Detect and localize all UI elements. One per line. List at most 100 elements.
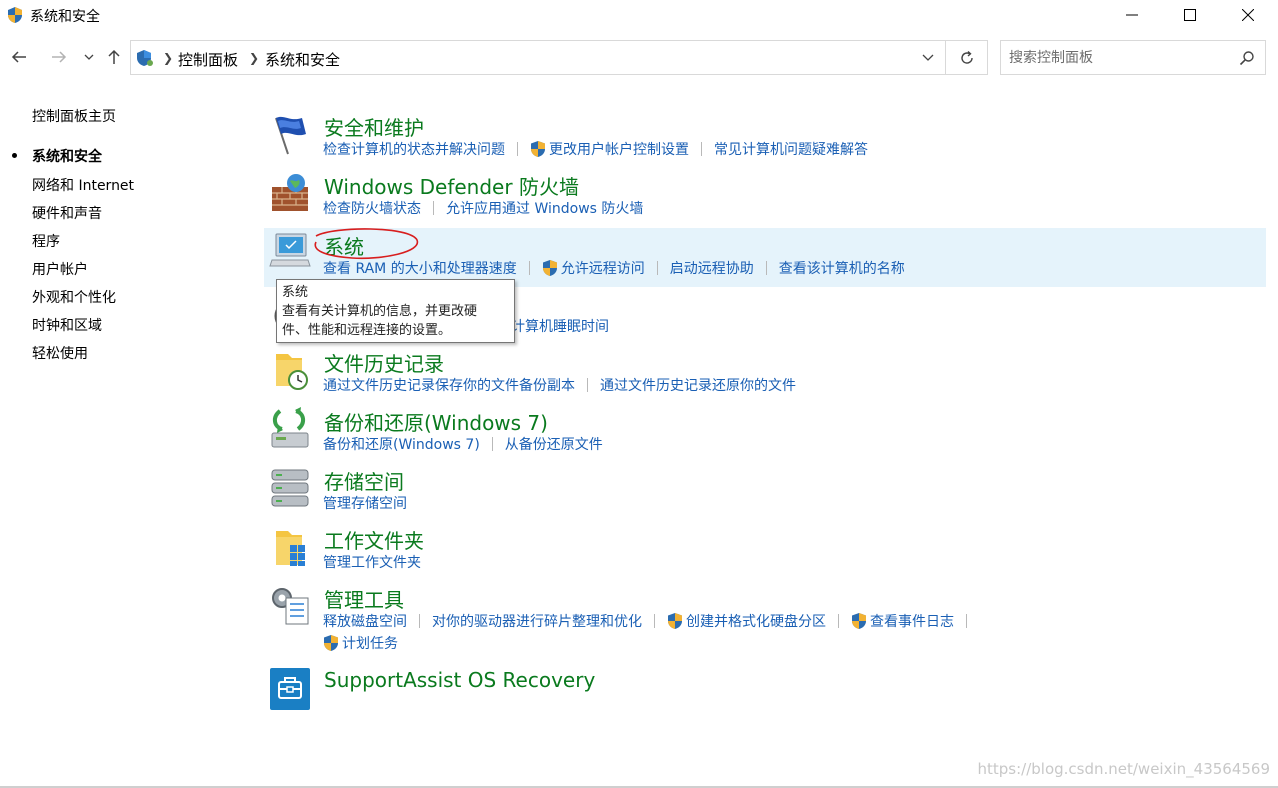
system-tooltip: 系统 查看有关计算机的信息，并更改硬 件、性能和远程连接的设置。 <box>276 279 515 343</box>
address-bar[interactable]: ❯ 控制面板 ❯ 系统和安全 <box>130 40 988 75</box>
link-create-partitions[interactable]: 创建并格式化硬盘分区 <box>667 611 826 631</box>
link-check-status[interactable]: 检查计算机的状态并解决问题 <box>323 139 505 159</box>
back-arrow-icon <box>11 51 26 63</box>
maximize-icon <box>1184 9 1196 21</box>
category-title[interactable]: 安全和维护 <box>324 112 424 141</box>
link-separator <box>433 201 434 215</box>
link-troubleshoot[interactable]: 常见计算机问题疑难解答 <box>714 139 868 159</box>
category-title[interactable]: 备份和还原(Windows 7) <box>324 407 548 436</box>
nav-control-panel-home[interactable]: 控制面板主页 <box>32 106 116 126</box>
link-manage-storage[interactable]: 管理存储空间 <box>323 493 407 513</box>
link-restore-from-backup[interactable]: 从备份还原文件 <box>505 434 603 454</box>
control-panel-icon <box>137 50 153 66</box>
link-separator <box>528 261 530 275</box>
nav-item-clock-region[interactable]: 时钟和区域 <box>32 315 102 335</box>
tooltip-line: 查看有关计算机的信息，并更改硬 <box>282 304 478 319</box>
nav-item-programs[interactable]: 程序 <box>32 231 60 251</box>
breadcrumb-separator-icon: ❯ <box>163 51 174 65</box>
nav-item-network-internet[interactable]: 网络和 Internet <box>32 175 134 195</box>
link-manage-work-folders[interactable]: 管理工作文件夹 <box>323 552 421 572</box>
category-links: 备份和还原(Windows 7) 从备份还原文件 <box>323 434 603 454</box>
link-separator <box>838 614 839 628</box>
link-firewall-status[interactable]: 检查防火墙状态 <box>323 198 421 218</box>
category-title[interactable]: 工作文件夹 <box>324 525 424 554</box>
link-restore-files[interactable]: 通过文件历史记录还原你的文件 <box>600 375 796 395</box>
breadcrumb-separator-icon: ❯ <box>249 51 260 65</box>
refresh-icon <box>960 50 973 64</box>
window-title: 系统和安全 <box>30 9 100 25</box>
shield-app-icon <box>8 7 22 23</box>
search-input[interactable] <box>1009 48 1229 68</box>
link-label[interactable]: 允许远程访问 <box>561 258 645 278</box>
minimize-icon <box>1126 14 1138 16</box>
category-title[interactable]: 存储空间 <box>324 466 404 495</box>
title-bar: 系统和安全 <box>0 0 1278 30</box>
nav-item-user-accounts[interactable]: 用户帐户 <box>32 259 88 279</box>
link-save-backup[interactable]: 通过文件历史记录保存你的文件备份副本 <box>323 375 575 395</box>
refresh-button[interactable] <box>946 41 987 74</box>
admin-tools-icon <box>272 588 309 625</box>
link-view-ram[interactable]: 查看 RAM 的大小和处理器速度 <box>323 258 517 278</box>
link-computer-name[interactable]: 查看该计算机的名称 <box>779 258 905 278</box>
category-links: 检查计算机的状态并解决问题 更改用户帐户控制设置 常见计算机问题疑难解答 <box>323 139 868 159</box>
chevron-down-icon <box>84 54 94 60</box>
link-separator <box>966 614 967 628</box>
link-sleep-time[interactable]: 计算机睡眠时间 <box>511 316 609 336</box>
close-icon <box>1242 9 1254 21</box>
category-title[interactable]: SupportAssist OS Recovery <box>324 668 595 692</box>
nav-item-hardware-sound[interactable]: 硬件和声音 <box>32 203 102 223</box>
uac-shield-icon <box>542 260 557 276</box>
link-label[interactable]: 计划任务 <box>342 633 398 653</box>
work-folders-icon <box>276 531 305 566</box>
search-icon[interactable] <box>1239 50 1255 66</box>
category-links-row2: 计划任务 <box>323 633 398 653</box>
link-separator <box>587 378 588 392</box>
category-title[interactable]: Windows Defender 防火墙 <box>324 171 579 200</box>
file-history-icon <box>276 354 308 390</box>
category-title[interactable]: 文件历史记录 <box>324 348 444 377</box>
category-links: 释放磁盘空间 对你的驱动器进行碎片整理和优化 创建并格式化硬盘分区 查看事件日志 <box>323 611 979 631</box>
uac-shield-icon <box>668 613 682 629</box>
up-button[interactable] <box>101 44 127 70</box>
maximize-button[interactable] <box>1161 0 1219 30</box>
link-label[interactable]: 创建并格式化硬盘分区 <box>686 611 826 631</box>
link-free-disk-space[interactable]: 释放磁盘空间 <box>323 611 407 631</box>
link-separator <box>654 614 655 628</box>
uac-shield-icon <box>852 613 866 629</box>
link-backup-restore[interactable]: 备份和还原(Windows 7) <box>323 434 480 454</box>
link-label[interactable]: 查看事件日志 <box>870 611 954 631</box>
uac-shield-icon <box>324 635 338 651</box>
backup-icon <box>271 407 309 448</box>
nav-item-system-security[interactable]: 系统和安全 <box>32 146 102 166</box>
close-button[interactable] <box>1219 0 1277 30</box>
category-links: 检查防火墙状态 允许应用通过 Windows 防火墙 <box>323 198 643 218</box>
link-defragment[interactable]: 对你的驱动器进行碎片整理和优化 <box>432 611 642 631</box>
link-remote-access[interactable]: 允许远程访问 <box>542 258 645 278</box>
computer-icon <box>269 233 311 267</box>
category-title[interactable]: 管理工具 <box>324 584 404 613</box>
breadcrumb-system-security[interactable]: 系统和安全 <box>265 49 340 70</box>
watermark: https://blog.csdn.net/weixin_43564569 <box>977 760 1270 778</box>
link-remote-assistance[interactable]: 启动远程协助 <box>670 258 754 278</box>
breadcrumb-control-panel[interactable]: 控制面板 <box>178 49 238 70</box>
link-allow-app[interactable]: 允许应用通过 Windows 防火墙 <box>446 198 643 218</box>
storage-icon <box>271 469 309 507</box>
link-separator <box>491 437 493 451</box>
link-event-logs[interactable]: 查看事件日志 <box>851 611 954 631</box>
category-links: 通过文件历史记录保存你的文件备份副本 通过文件历史记录还原你的文件 <box>323 375 796 395</box>
up-arrow-icon <box>108 49 120 64</box>
recent-locations-button[interactable] <box>76 44 102 70</box>
link-label[interactable]: 更改用户帐户控制设置 <box>549 139 689 159</box>
forward-button[interactable] <box>46 44 72 70</box>
minimize-button[interactable] <box>1103 0 1161 30</box>
nav-item-ease-of-access[interactable]: 轻松使用 <box>32 343 88 363</box>
firewall-icon <box>272 174 308 211</box>
nav-item-appearance[interactable]: 外观和个性化 <box>32 287 116 307</box>
search-box[interactable] <box>1000 40 1266 75</box>
link-scheduled-tasks[interactable]: 计划任务 <box>323 633 398 653</box>
red-circle-annotation <box>314 228 419 260</box>
chevron-down-icon <box>922 54 934 61</box>
address-dropdown-button[interactable] <box>911 41 945 74</box>
link-uac-settings[interactable]: 更改用户帐户控制设置 <box>530 139 689 159</box>
back-button[interactable] <box>6 44 32 70</box>
